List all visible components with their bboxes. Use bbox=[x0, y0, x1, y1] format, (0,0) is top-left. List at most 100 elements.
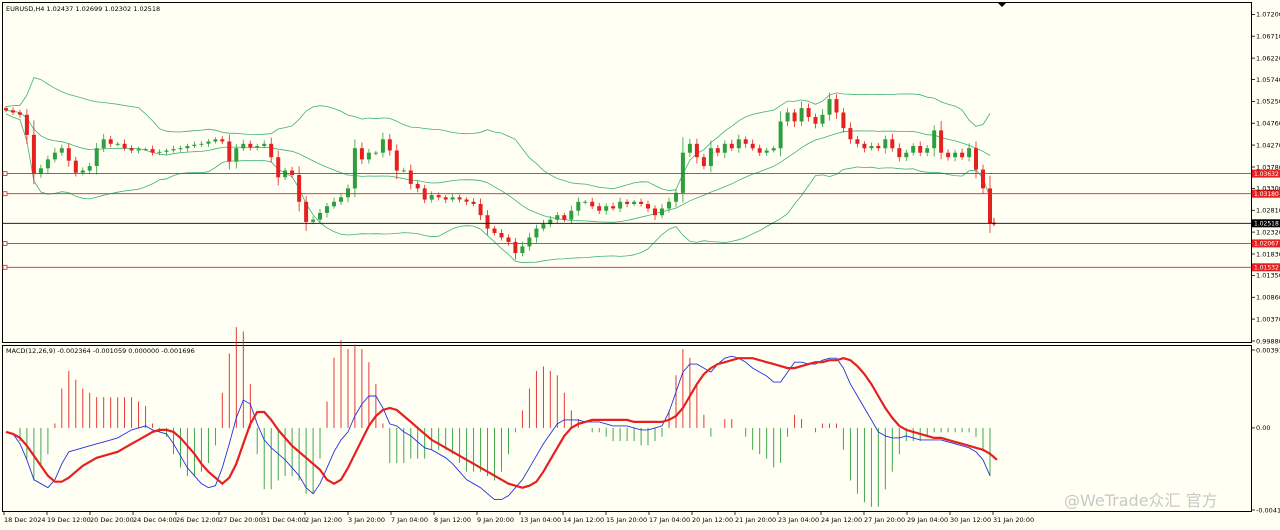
price-tick-label: 1.00860 bbox=[1256, 294, 1280, 302]
candle-body bbox=[11, 110, 15, 113]
candle-body bbox=[799, 108, 804, 122]
candle-body bbox=[778, 121, 783, 149]
candle-body bbox=[269, 143, 274, 158]
candle-body bbox=[939, 130, 944, 153]
candle-body bbox=[318, 212, 322, 220]
candle-body bbox=[743, 139, 748, 144]
candle-body bbox=[771, 148, 776, 151]
candle-body bbox=[150, 149, 155, 153]
candle-body bbox=[213, 139, 218, 142]
candle-body bbox=[31, 134, 36, 175]
candle-body bbox=[841, 112, 846, 129]
candle-body bbox=[604, 206, 609, 211]
candle-body bbox=[876, 146, 881, 149]
price-tick-label: 1.00370 bbox=[1256, 315, 1280, 323]
candle-body bbox=[583, 201, 588, 203]
candle-body bbox=[632, 201, 637, 204]
candle-body bbox=[443, 197, 448, 200]
horizontal-levels[interactable]: 1.036321.031801.025181.020671.01532 bbox=[2, 169, 1280, 272]
candle-body bbox=[757, 148, 762, 153]
candle-body bbox=[227, 141, 232, 162]
candle-body bbox=[297, 175, 302, 202]
macd-indicator: 0.00391 0.00 -0.00412 bbox=[5, 327, 1280, 514]
time-axis: 18 Dec 2024 19 Dec 12:00 20 Dec 20:00 24 De… bbox=[3, 512, 1034, 524]
macd-tick-label: 0.00391 bbox=[1256, 346, 1280, 354]
candle-body bbox=[534, 228, 539, 238]
candle-body bbox=[708, 148, 713, 166]
level-price-label: 1.02067 bbox=[1254, 241, 1279, 248]
candle-body bbox=[869, 146, 874, 149]
candle-body bbox=[981, 169, 985, 189]
candle-body bbox=[366, 152, 371, 160]
time-tick-label: 13 Jan 04:00 bbox=[520, 516, 561, 524]
candle-body bbox=[339, 197, 343, 202]
time-tick-label: 17 Jan 04:00 bbox=[649, 516, 690, 524]
candle-body bbox=[457, 197, 462, 200]
candle-body bbox=[101, 139, 106, 149]
candle-body bbox=[415, 183, 420, 189]
time-tick-label: 31 Jan 20:00 bbox=[993, 516, 1034, 524]
candle-body bbox=[73, 160, 78, 173]
watermark: @WeTrade众汇 官方 bbox=[1064, 491, 1218, 510]
chart-window[interactable]: EURUSD,H4 1.02437 1.02699 1.02302 1.0251… bbox=[0, 0, 1280, 530]
candle-body bbox=[729, 143, 734, 149]
price-tick-label: 1.04270 bbox=[1256, 141, 1280, 149]
chart-canvas[interactable]: EURUSD,H4 1.02437 1.02699 1.02302 1.0251… bbox=[0, 0, 1280, 530]
candle-body bbox=[569, 210, 574, 220]
level-price-label: 1.02518 bbox=[1254, 221, 1279, 228]
time-tick-label: 29 Jan 04:00 bbox=[907, 516, 948, 524]
candle-body bbox=[436, 195, 441, 198]
candle-body bbox=[192, 144, 197, 146]
candle-body bbox=[478, 204, 483, 216]
time-tick-label: 24 Jan 12:00 bbox=[821, 516, 862, 524]
price-tick-label: 1.01350 bbox=[1256, 272, 1280, 280]
candle-body bbox=[848, 128, 853, 140]
candle-body bbox=[897, 148, 902, 158]
candle-body bbox=[953, 152, 958, 158]
price-tick-label: 1.02320 bbox=[1256, 228, 1280, 236]
lower-band-line bbox=[5, 113, 991, 264]
candle-body bbox=[311, 219, 316, 222]
level-price-label: 1.03632 bbox=[1254, 171, 1279, 178]
time-tick-label: 8 Jan 12:00 bbox=[434, 516, 471, 524]
macd-tick-label: 0.00 bbox=[1256, 424, 1270, 432]
time-tick-label: 3 Jan 20:00 bbox=[348, 516, 385, 524]
candle-body bbox=[115, 143, 120, 145]
candle-body bbox=[248, 143, 253, 148]
candle-body bbox=[813, 117, 818, 124]
candle-body bbox=[450, 197, 455, 200]
candles bbox=[4, 92, 996, 260]
candle-body bbox=[660, 208, 664, 216]
candle-body bbox=[499, 233, 504, 238]
time-tick-label: 7 Jan 04:00 bbox=[391, 516, 428, 524]
candle-body bbox=[255, 146, 260, 148]
triangle-down-icon[interactable] bbox=[998, 3, 1006, 7]
candle-body bbox=[862, 143, 867, 149]
candle-body bbox=[359, 148, 364, 160]
candle-body bbox=[925, 148, 930, 153]
candle-body bbox=[18, 112, 22, 115]
candle-body bbox=[380, 139, 385, 153]
candle-body bbox=[960, 152, 965, 158]
candle-body bbox=[157, 151, 162, 153]
candle-body bbox=[262, 143, 267, 146]
candle-body bbox=[722, 143, 727, 153]
time-tick-label: 20 Jan 12:00 bbox=[692, 516, 733, 524]
candle-body bbox=[178, 148, 183, 150]
time-tick-label: 26 Dec 12:00 bbox=[176, 516, 220, 524]
candle-body bbox=[974, 148, 978, 170]
candle-body bbox=[346, 188, 350, 198]
candle-body bbox=[764, 150, 769, 153]
price-axis: 1.07200 1.06710 1.06220 1.05740 1.05250 1.047… bbox=[1252, 11, 1280, 345]
candle-body bbox=[4, 108, 8, 111]
candle-body bbox=[108, 139, 113, 144]
candle-body bbox=[394, 150, 399, 171]
candle-body bbox=[855, 139, 860, 144]
candle-body bbox=[834, 99, 839, 113]
candle-body bbox=[59, 148, 64, 153]
candle-body bbox=[687, 143, 692, 153]
candle-body bbox=[792, 112, 797, 122]
candle-body bbox=[492, 228, 497, 233]
candle-body bbox=[185, 146, 190, 149]
candle-body bbox=[520, 246, 525, 254]
